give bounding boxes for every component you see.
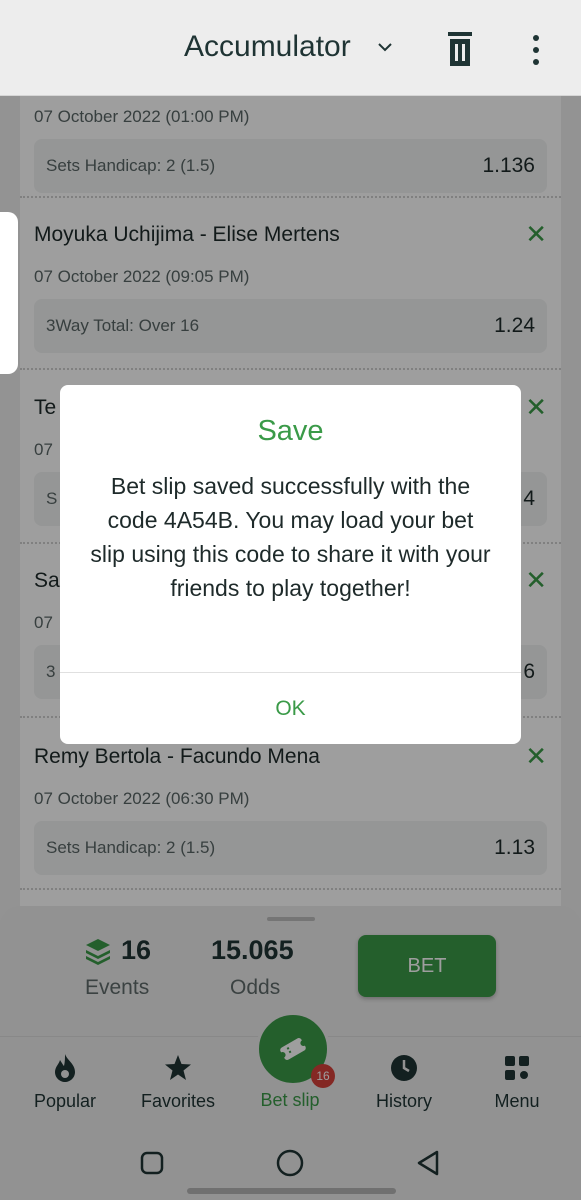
save-dialog: Save Bet slip saved successfully with th…: [60, 385, 521, 744]
app-screen: Accumulator 07 October 2022 (01:00 PM) S…: [0, 0, 581, 1200]
trash-icon[interactable]: [446, 30, 474, 68]
more-options-icon[interactable]: [524, 32, 548, 68]
ok-button[interactable]: OK: [60, 673, 521, 744]
header: Accumulator: [0, 0, 581, 96]
side-drawer-handle[interactable]: [0, 212, 18, 374]
dialog-message: Bet slip saved successfully with the cod…: [90, 473, 491, 601]
page-title[interactable]: Accumulator: [184, 30, 351, 64]
chevron-down-icon[interactable]: [376, 38, 394, 56]
dialog-title: Save: [257, 415, 324, 447]
